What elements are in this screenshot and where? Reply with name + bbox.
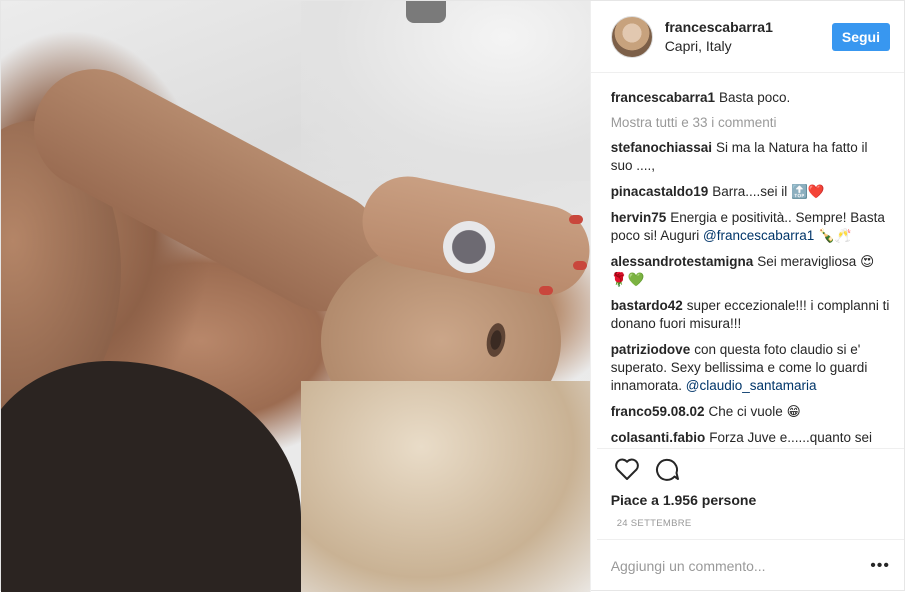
emoji-champagne-icon: 🍾🥂 — [818, 228, 852, 244]
comment-item: franco59.08.02 Che ci vuole 😁 — [611, 403, 890, 421]
comment-username[interactable]: hervin75 — [611, 210, 667, 225]
instagram-post: francescabarra1 Capri, Italy Segui franc… — [0, 0, 905, 592]
comment-item: colasanti.fabio Forza Juve e......quanto … — [611, 429, 890, 447]
post-date[interactable]: 24 SETTEMBRE — [596, 508, 904, 540]
comment-text: Sei meravigliosa — [757, 254, 857, 269]
photo-nail — [569, 215, 583, 224]
comment-username[interactable]: bastardo42 — [611, 298, 683, 313]
more-options-icon[interactable]: ••• — [870, 557, 890, 575]
comment-mention-link[interactable]: @claudio_santamaria — [686, 378, 817, 393]
likes-count[interactable]: Piace a 1.956 persone — [591, 488, 904, 508]
header-username[interactable]: francescabarra1 — [665, 19, 832, 35]
comment-item: stefanochiassai Si ma la Natura ha fatto … — [611, 139, 890, 175]
comment-item: pinacastaldo19 Barra....sei il 🔝❤️ — [611, 183, 890, 201]
add-comment-input[interactable] — [610, 558, 871, 574]
photo-nail — [539, 286, 553, 295]
comment-username[interactable]: alessandrotestamigna — [611, 254, 754, 269]
comment-item: bastardo42 super eccezionale!!! i complan… — [611, 297, 890, 333]
comment-mention-link[interactable]: @francescabarra1 — [703, 228, 814, 243]
comment-username[interactable]: franco59.08.02 — [611, 404, 705, 419]
caption-text: Basta poco. — [719, 90, 791, 105]
post-actions — [596, 448, 904, 488]
comment-item: hervin75 Energia e positività.. Sempre! B… — [611, 209, 890, 245]
photo-object — [406, 1, 446, 23]
post-caption: francescabarra1 Basta poco. — [611, 89, 890, 107]
post-photo[interactable] — [1, 1, 590, 592]
caption-username[interactable]: francescabarra1 — [611, 90, 715, 105]
add-comment-bar: ••• — [591, 540, 904, 592]
avatar[interactable] — [610, 15, 653, 58]
comment-text: Che ci vuole — [708, 404, 783, 419]
heart-icon[interactable] — [611, 453, 643, 485]
photo-ring — [443, 221, 495, 273]
comment-item: alessandrotestamigna Sei meravigliosa 😍🌹💚 — [611, 253, 890, 289]
photo-bedsheet — [301, 1, 590, 181]
photo-nail — [573, 261, 587, 270]
photo-dress — [1, 361, 301, 592]
emoji-grin-icon: 😁 — [786, 404, 801, 420]
follow-button[interactable]: Segui — [831, 22, 890, 51]
heart-icon-svg — [614, 458, 639, 480]
comment-text: Forza Juve e......quanto sei — [709, 430, 873, 445]
show-all-comments-link[interactable]: Mostra tutti e 33 i commenti — [611, 115, 890, 130]
comment-username[interactable]: pinacastaldo19 — [611, 184, 709, 199]
comment-bubble-icon[interactable] — [651, 453, 683, 485]
comment-username[interactable]: patriziodove — [611, 342, 691, 357]
user-block: francescabarra1 Capri, Italy — [665, 19, 832, 54]
comments-list[interactable]: francescabarra1 Basta poco. Mostra tutti … — [591, 73, 904, 448]
comment-text: Barra....sei il — [712, 184, 788, 199]
photo-hair — [301, 381, 590, 592]
comment-item: patriziodove con questa foto claudio si e… — [611, 341, 890, 395]
post-header: francescabarra1 Capri, Italy Segui — [590, 1, 904, 73]
comment-username[interactable]: stefanochiassai — [611, 140, 712, 155]
post-sidebar: francescabarra1 Capri, Italy Segui franc… — [589, 1, 904, 592]
emoji-top-heart-icon: 🔝❤️ — [791, 184, 825, 200]
comment-username[interactable]: colasanti.fabio — [611, 430, 706, 445]
header-location[interactable]: Capri, Italy — [665, 38, 832, 54]
comment-bubble-icon-svg — [655, 458, 679, 481]
